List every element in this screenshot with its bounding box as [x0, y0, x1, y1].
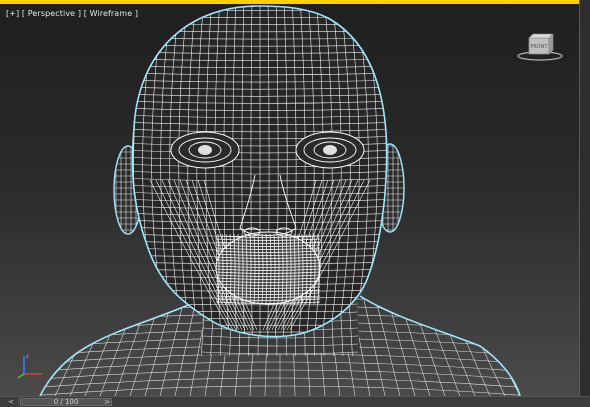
mouth-teeth-mesh: [215, 231, 321, 305]
viewport-label-menu[interactable]: [+] [ Perspective ] [ Wireframe ]: [6, 9, 138, 18]
head-wireframe-mesh[interactable]: [0, 0, 580, 396]
right-eye-mesh: [295, 131, 365, 169]
viewport-plus-menu[interactable]: [+]: [6, 9, 19, 18]
viewcube-icon[interactable]: FRONT: [514, 30, 564, 62]
svg-text:z: z: [26, 354, 29, 360]
time-slider[interactable]: < 0 / 100 >: [0, 396, 590, 407]
perspective-viewport[interactable]: [+] [ Perspective ] [ Wireframe ] FRONT …: [0, 0, 590, 396]
viewport-shading-menu[interactable]: [ Wireframe ]: [84, 9, 138, 18]
left-eye-mesh: [170, 131, 240, 169]
viewport-view-menu[interactable]: [ Perspective ]: [22, 9, 81, 18]
axis-tripod-icon: z: [17, 354, 42, 379]
viewcube-face-label: FRONT: [530, 44, 548, 50]
viewport-side-strip: [579, 0, 590, 396]
